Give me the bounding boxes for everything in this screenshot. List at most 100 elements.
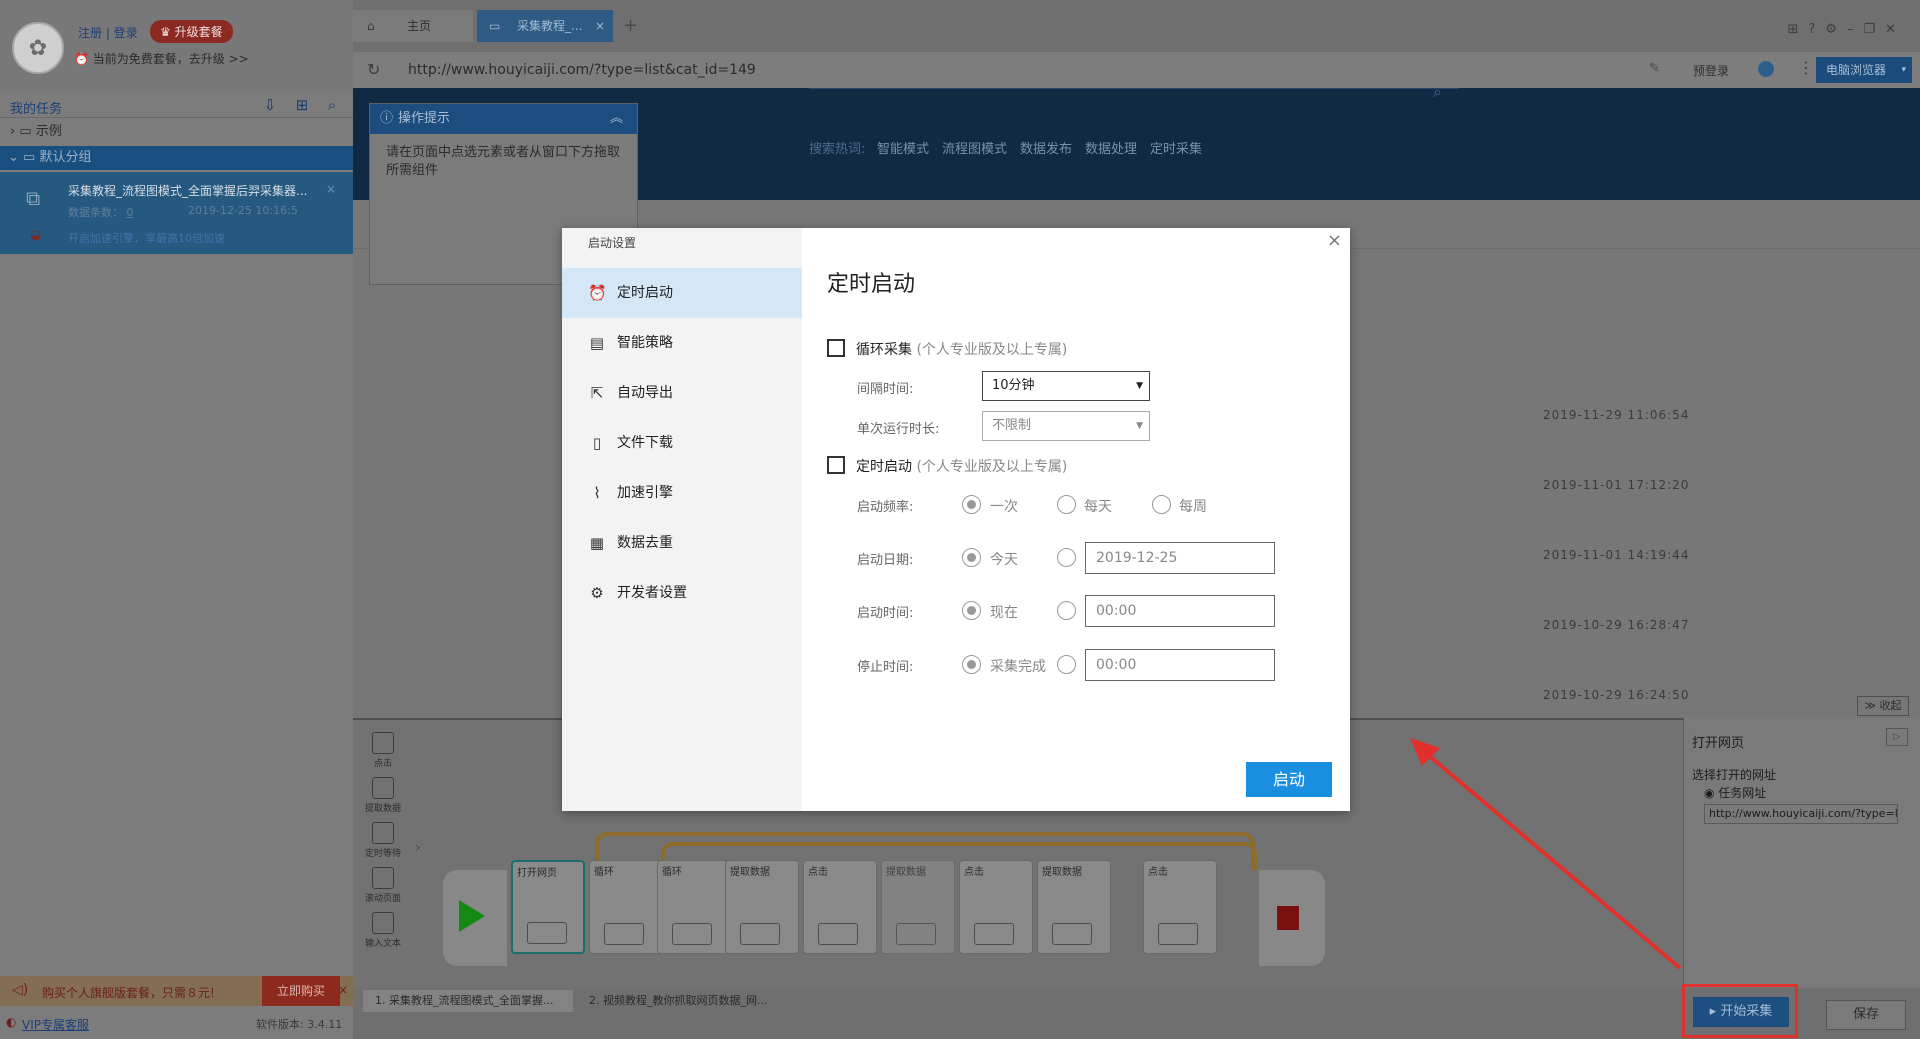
accel-link[interactable]: 开启加速引擎，享最高10倍加速 — [68, 230, 225, 246]
upgrade-plan-button[interactable]: ♛ 升级套餐 — [150, 20, 233, 43]
flow-node[interactable]: 提取数据 — [725, 860, 799, 954]
new-task-icon[interactable]: ⊞ — [292, 96, 312, 114]
freq-weekly-radio[interactable] — [1152, 495, 1171, 514]
chevron-right-icon[interactable]: › — [415, 840, 421, 856]
new-tab-icon[interactable]: + — [623, 10, 638, 42]
plan-note[interactable]: ⏰ 当前为免费套餐，去升级 >> — [74, 50, 249, 67]
tree-item-example[interactable]: › ▭ 示例 — [0, 120, 353, 144]
start-time-input[interactable]: 00:00 — [1085, 595, 1275, 627]
hot-word[interactable]: 智能模式 — [877, 138, 929, 157]
site-search-box[interactable] — [809, 88, 1459, 89]
freq-daily-radio[interactable] — [1057, 495, 1076, 514]
tool-scroll[interactable]: 滚动页面 — [363, 867, 403, 912]
minimize-icon[interactable]: – — [1847, 22, 1864, 37]
nav-accel-engine[interactable]: ⌇ 加速引擎 — [562, 468, 802, 518]
stop-time-input[interactable]: 00:00 — [1085, 649, 1275, 681]
freq-once-radio[interactable] — [962, 495, 981, 514]
tree-item-default-group[interactable]: ⌄ ▭ 默认分组 — [0, 146, 353, 170]
tool-click[interactable]: 点击 — [363, 732, 403, 777]
nav-developer-settings[interactable]: ⚙ 开发者设置 — [562, 568, 802, 618]
duration-select[interactable]: 不限制 ▼ — [982, 411, 1150, 441]
close-icon[interactable]: × — [1327, 230, 1342, 251]
account-icon[interactable] — [1758, 61, 1774, 77]
url-input[interactable]: http://www.houyicaiji.com/?type=list&cat… — [408, 62, 756, 78]
buy-now-button[interactable]: 立即购买 — [262, 976, 340, 1006]
task-item[interactable]: ⧉ 采集教程_流程图模式_全面掌握后羿采集器... × 数据条数： 0 2019… — [0, 172, 353, 254]
close-icon[interactable]: × — [338, 983, 348, 997]
date-custom-radio[interactable] — [1057, 548, 1076, 567]
avatar[interactable]: ✿ — [12, 22, 64, 74]
hot-word[interactable]: 数据处理 — [1085, 138, 1137, 157]
help-icon[interactable]: ? — [1808, 22, 1825, 37]
nav-file-download[interactable]: ▯ 文件下载 — [562, 418, 802, 468]
tab-active[interactable]: ▭ 采集教程_... × — [477, 10, 613, 42]
search-task-icon[interactable]: ⌕ — [322, 96, 342, 114]
play-icon[interactable] — [818, 923, 858, 945]
prelogin-button[interactable]: 预登录 — [1693, 62, 1729, 79]
play-icon[interactable] — [527, 922, 567, 944]
task-count-value[interactable]: 0 — [127, 206, 134, 219]
collapse-button[interactable]: ≫ 收起 — [1857, 696, 1909, 716]
flow-node-title: 提取数据 — [1042, 867, 1082, 878]
date-today-radio[interactable] — [962, 548, 981, 567]
flow-tab[interactable]: 1. 采集教程_流程图模式_全面掌握... — [363, 990, 573, 1012]
settings-icon[interactable]: ⚙ — [1825, 22, 1847, 37]
hot-word[interactable]: 数据发布 — [1020, 138, 1072, 157]
play-icon[interactable] — [896, 923, 936, 945]
nav-auto-export[interactable]: ⇱ 自动导出 — [562, 368, 802, 418]
nav-scheduled-start[interactable]: ⏰ 定时启动 — [562, 268, 802, 318]
task-url-input[interactable]: http://www.houyicaiji.com/?type=li — [1704, 804, 1898, 824]
interval-select[interactable]: 10分钟 ▼ — [982, 371, 1150, 401]
close-window-icon[interactable]: ✕ — [1885, 22, 1906, 37]
task-url-radio[interactable]: ◉ 任务网址 — [1704, 784, 1766, 801]
hot-word[interactable]: 定时采集 — [1150, 138, 1202, 157]
flow-node[interactable]: 打开网页 — [511, 860, 585, 954]
edit-icon[interactable]: ✎ — [1649, 61, 1660, 76]
hot-words-label: 搜索热词: — [809, 142, 866, 157]
flow-node[interactable]: 循环 — [657, 860, 731, 954]
flow-node[interactable]: 循环 — [589, 860, 663, 954]
chevron-up-icon[interactable]: ︽ — [610, 104, 623, 134]
import-task-icon[interactable]: ⇩ — [260, 96, 280, 114]
flow-node[interactable]: 点击 — [1143, 860, 1217, 954]
browser-mode-button[interactable]: 电脑浏览器 ▾ — [1815, 57, 1912, 83]
refresh-icon[interactable]: ↻ — [367, 60, 380, 79]
nav-smart-strategy[interactable]: ▤ 智能策略 — [562, 318, 802, 368]
tab-home[interactable]: ⌂ 主页 — [353, 10, 473, 42]
flow-node[interactable]: 提取数据 — [881, 860, 955, 954]
launch-button[interactable]: 启动 — [1246, 762, 1332, 797]
stop-done-radio[interactable] — [962, 655, 981, 674]
nav-dedupe[interactable]: ▦ 数据去重 — [562, 518, 802, 568]
play-icon[interactable] — [974, 923, 1014, 945]
close-icon[interactable]: × — [326, 182, 336, 196]
start-collect-button[interactable]: ▸ 开始采集 — [1693, 997, 1789, 1027]
close-tab-icon[interactable]: × — [595, 10, 605, 42]
play-icon[interactable] — [672, 923, 712, 945]
auth-links[interactable]: 注册 | 登录 — [78, 24, 138, 41]
timed-start-checkbox[interactable] — [827, 456, 845, 474]
hot-word[interactable]: 流程图模式 — [942, 138, 1007, 157]
loop-collect-checkbox[interactable] — [827, 339, 845, 357]
restore-icon[interactable]: ❐ — [1863, 22, 1885, 37]
flow-node[interactable]: 点击 — [803, 860, 877, 954]
play-icon[interactable]: ▷ — [1886, 728, 1908, 746]
save-button[interactable]: 保存 — [1826, 1000, 1906, 1030]
play-icon[interactable] — [604, 923, 644, 945]
play-icon[interactable] — [1158, 923, 1198, 945]
time-now-radio[interactable] — [962, 601, 981, 620]
gift-icon[interactable]: ⊞ — [1787, 22, 1808, 37]
more-icon[interactable]: ⋮ — [1798, 58, 1814, 77]
play-icon[interactable] — [1052, 923, 1092, 945]
flow-node[interactable]: 提取数据 — [1037, 860, 1111, 954]
tool-input[interactable]: 输入文本 — [363, 912, 403, 957]
flow-node[interactable]: 点击 — [959, 860, 1033, 954]
vip-support-link[interactable]: VIP专属客服 — [22, 1016, 89, 1033]
tool-wait[interactable]: 定时等待 — [363, 822, 403, 867]
stop-custom-radio[interactable] — [1057, 655, 1076, 674]
flow-tab[interactable]: 2. 视频教程_教你抓取网页数据_网... — [577, 990, 817, 1012]
start-date-input[interactable]: 2019-12-25 — [1085, 542, 1275, 574]
tool-extract[interactable]: 提取数据 — [363, 777, 403, 822]
search-icon[interactable]: ⌕ — [1433, 88, 1442, 102]
time-custom-radio[interactable] — [1057, 601, 1076, 620]
play-icon[interactable] — [740, 923, 780, 945]
